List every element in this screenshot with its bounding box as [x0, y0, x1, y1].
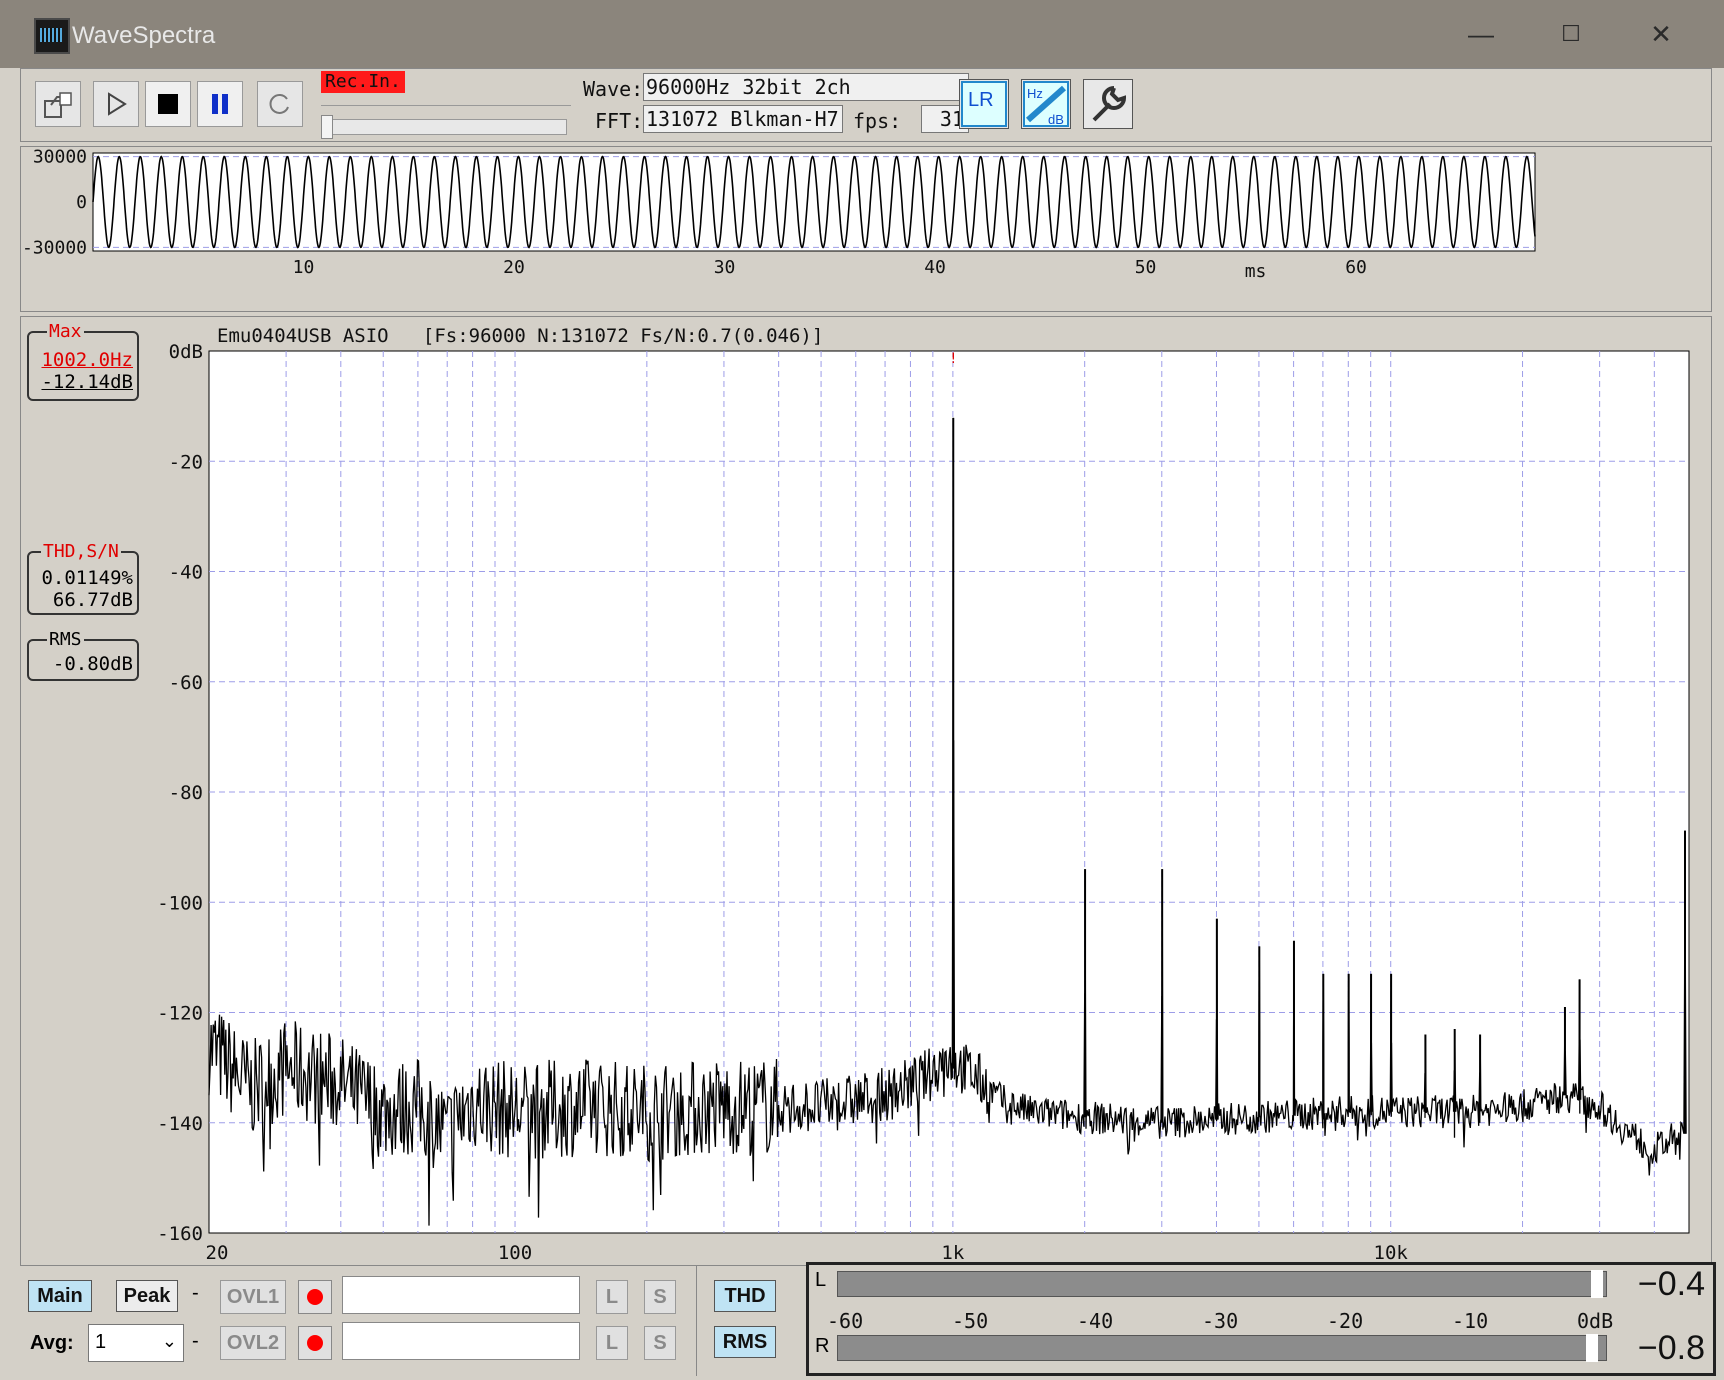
ovl2-l-button[interactable]: L	[596, 1326, 628, 1360]
app-icon	[34, 18, 70, 54]
rec-in-indicator: Rec.In.	[321, 71, 405, 93]
spectrum-x-tick-label: 1k	[941, 1242, 964, 1264]
waveform-chart: 30000 0 -30000 10 20 30 40 50 60 ms	[22, 147, 1536, 282]
minimize-button[interactable]: —	[1436, 14, 1526, 58]
slider-thumb[interactable]	[321, 115, 333, 139]
spectrum-y-tick-label: -140	[157, 1113, 203, 1135]
toolbar: Rec.In. Wave: 96000Hz 32bit 2ch FFT: 131…	[20, 68, 1712, 142]
spectrum-y-tick-label: -60	[169, 672, 203, 694]
spectrum-x-tick-label: 20	[206, 1242, 229, 1264]
wave-label: Wave:	[583, 77, 644, 101]
close-button[interactable]: ✕	[1616, 14, 1706, 58]
spectrum-y-tick-label: -120	[157, 1003, 203, 1025]
spectrum-chart: 0dB -20 -40 -60 -80 -100 -120 -140 -16020 100 1k 10…	[157, 341, 1690, 1264]
fps-label: fps:	[853, 109, 902, 133]
meter-scale-label: -10	[1452, 1309, 1489, 1333]
hz-db-scale-icon[interactable]: Hz dB	[1021, 79, 1071, 129]
input-level-slider[interactable]	[325, 119, 567, 135]
spectrum-y-tick-label: -160	[157, 1223, 203, 1245]
spectrum-y-tick-label: -100	[157, 892, 203, 914]
wave-format-field: 96000Hz 32bit 2ch	[643, 73, 969, 101]
title-bar: WaveSpectra — ☐ ✕	[0, 0, 1724, 68]
ovl1-record-button[interactable]	[298, 1280, 332, 1314]
waveform-x-tick-label: 50	[1135, 257, 1157, 278]
avg-value: 1	[95, 1331, 107, 1353]
peak-button[interactable]: Peak	[116, 1280, 178, 1312]
meter-bar-right	[837, 1334, 1607, 1362]
spectrum-y-tick-label: -40	[169, 562, 203, 584]
meter-fill	[838, 1336, 1596, 1360]
meter-fill	[838, 1272, 1601, 1296]
meter-scale-label: -20	[1327, 1309, 1364, 1333]
meter-peak-indicator	[1585, 1334, 1598, 1362]
ovl2-button[interactable]: OVL2	[220, 1326, 286, 1360]
db-icon-text: dB	[1048, 112, 1064, 127]
waveform-y-tick-label: -30000	[22, 237, 87, 258]
level-meter: L −0.4 -60 -50 -40 -30 -20 -10 0dB R −0.8	[806, 1262, 1716, 1376]
avg-label: Avg:	[30, 1332, 74, 1354]
max-peak-marker: !	[950, 351, 956, 367]
spectrum-panel: Max 1002.0Hz -12.14dB THD,S/N 0.01149% 6…	[20, 316, 1712, 1266]
pause-icon[interactable]	[197, 81, 243, 127]
waveform-x-unit: ms	[1245, 261, 1267, 282]
divider	[696, 1266, 697, 1376]
spectrum-y-tick-label: 0dB	[169, 341, 203, 363]
ovl1-l-button[interactable]: L	[596, 1280, 628, 1314]
spectrum-y-tick-label: -80	[169, 782, 203, 804]
waveform-y-tick-label: 30000	[33, 147, 87, 168]
spectrum-y-tick-label: -20	[169, 451, 203, 473]
play-icon[interactable]	[93, 81, 139, 127]
chevron-down-icon: ⌄	[161, 1331, 177, 1351]
ovl1-button[interactable]: OVL1	[220, 1280, 286, 1314]
main-button[interactable]: Main	[28, 1280, 92, 1312]
waveform-x-tick-label: 60	[1345, 257, 1367, 278]
separator-2: -	[192, 1330, 199, 1352]
window-title: WaveSpectra	[72, 22, 216, 49]
waveform-x-tick-label: 30	[714, 257, 736, 278]
meter-bar-left	[837, 1270, 1607, 1298]
maximize-button[interactable]: ☐	[1526, 14, 1616, 58]
stop-icon[interactable]	[145, 81, 191, 127]
fft-label: FFT:	[595, 109, 644, 133]
meter-scale-label: -50	[952, 1309, 989, 1333]
meter-r-value: −0.8	[1637, 1329, 1705, 1367]
meter-r-label: R	[815, 1335, 830, 1357]
lr-icon-text: LR	[968, 89, 994, 111]
export-icon[interactable]	[35, 81, 81, 127]
ovl2-name-field[interactable]	[342, 1322, 580, 1360]
ovl2-s-button[interactable]: S	[644, 1326, 676, 1360]
spectrum-x-tick-label: 10k	[1374, 1242, 1409, 1264]
meter-scale-label: -40	[1077, 1309, 1114, 1333]
waveform-x-tick-label: 10	[293, 257, 315, 278]
waveform-y-tick-label: 0	[76, 192, 87, 213]
fft-setting-field: 131072 Blkman-H7	[643, 105, 843, 133]
avg-select[interactable]: 1 ⌄	[88, 1324, 184, 1362]
separator-1: -	[192, 1282, 199, 1304]
meter-peak-indicator	[1590, 1270, 1603, 1298]
ovl1-s-button[interactable]: S	[644, 1280, 676, 1314]
thd-button[interactable]: THD	[714, 1280, 776, 1312]
loop-icon[interactable]	[257, 81, 303, 127]
rms-button[interactable]: RMS	[714, 1326, 776, 1358]
waveform-panel: 30000 0 -30000 10 20 30 40 50 60 ms	[20, 146, 1712, 312]
meter-l-value: −0.4	[1637, 1265, 1705, 1303]
lr-channel-icon[interactable]: LR	[959, 79, 1009, 129]
waveform-x-tick-label: 40	[924, 257, 946, 278]
meter-scale-label: 0dB	[1577, 1309, 1614, 1333]
spectrum-x-tick-label: 100	[498, 1242, 532, 1264]
wavespectra-window: WaveSpectra — ☐ ✕ Rec.In. Wave: 96000Hz …	[0, 0, 1724, 1380]
meter-scale-label: -30	[1202, 1309, 1239, 1333]
ovl2-record-button[interactable]	[298, 1326, 332, 1360]
hz-icon-text: Hz	[1027, 86, 1043, 101]
meter-l-label: L	[815, 1269, 827, 1291]
settings-wrench-icon[interactable]	[1083, 79, 1133, 129]
meter-scale-label: -60	[827, 1309, 864, 1333]
input-level-slider-track	[321, 105, 571, 116]
waveform-x-tick-label: 20	[503, 257, 525, 278]
ovl1-name-field[interactable]	[342, 1276, 580, 1314]
